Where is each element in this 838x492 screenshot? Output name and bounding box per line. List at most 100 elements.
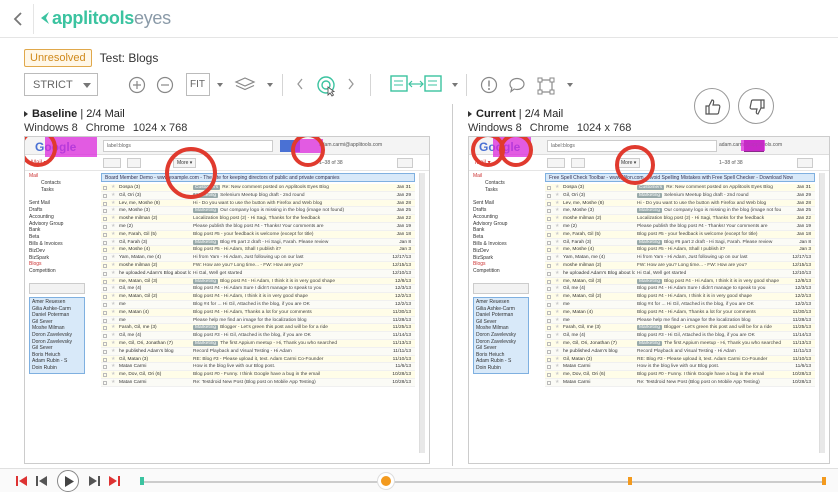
contact-item[interactable]: Boris Heiuch: [476, 352, 526, 359]
current-screenshot[interactable]: Googlelabel:blogsadam.carmi@applitools.c…: [468, 136, 830, 464]
contact-item[interactable]: Gil Sever: [32, 319, 82, 326]
step-forward-icon[interactable]: [88, 476, 100, 486]
mail-row-checkbox[interactable]: [547, 357, 551, 362]
star-icon[interactable]: ★: [555, 285, 559, 293]
mail-row[interactable]: ★ Gil, Farah (3) Marketing Blog #6 part 2 d…: [101, 238, 415, 247]
mail-row[interactable]: ★ moshe milman (2) Localization blog post …: [545, 215, 815, 223]
mail-folder[interactable]: Contacts: [473, 180, 539, 187]
mail-row[interactable]: ★ he uploaded Adam's Blog about localizat…: [545, 269, 815, 278]
star-icon[interactable]: ★: [111, 348, 115, 356]
zoom-in-icon[interactable]: [128, 76, 146, 94]
chevron-down-icon[interactable]: [567, 83, 573, 87]
mail-row[interactable]: ★ me, Dov, Gil, Ori (6) Blog post #0 - Fun…: [101, 371, 415, 379]
mail-settings-button[interactable]: [397, 158, 413, 168]
current-header[interactable]: Current | 2/4 Mail: [468, 108, 830, 120]
mail-scrollbar[interactable]: [419, 173, 425, 453]
star-icon[interactable]: ★: [555, 332, 559, 340]
mail-row[interactable]: ★ Farah, Gil, me (3) Marketing Blogger - Le…: [545, 324, 815, 333]
mail-row[interactable]: ★ Farah, Gil, me (3) Marketing Blogger - Le…: [101, 324, 415, 333]
mail-folder[interactable]: Bills & Invoices: [29, 241, 95, 248]
star-icon[interactable]: ★: [111, 262, 115, 270]
mail-row-checkbox[interactable]: [103, 263, 107, 268]
mail-row-checkbox[interactable]: [103, 349, 107, 354]
mail-folder[interactable]: Bank: [29, 227, 95, 234]
star-icon[interactable]: ★: [111, 207, 115, 215]
mail-folder[interactable]: [29, 193, 95, 200]
star-icon[interactable]: ★: [111, 278, 115, 286]
mail-row-checkbox[interactable]: [103, 193, 107, 198]
mail-row[interactable]: ★ Matan Carmi How is the blog live with ou…: [101, 363, 415, 372]
mail-row[interactable]: ★ me, Matan, Gil (2) Blog post #4 - Hi Ada…: [545, 293, 815, 301]
mail-row-checkbox[interactable]: [547, 380, 551, 385]
contact-item[interactable]: Doin Rubin: [476, 365, 526, 372]
star-icon[interactable]: ★: [555, 215, 559, 223]
mail-folder[interactable]: Blogs: [473, 261, 539, 268]
mail-refresh-button[interactable]: [571, 158, 585, 168]
mail-row-checkbox[interactable]: [103, 224, 107, 229]
mail-row-checkbox[interactable]: [103, 326, 107, 331]
mail-folder[interactable]: BizDev: [473, 248, 539, 255]
mail-row-checkbox[interactable]: [547, 318, 551, 323]
mail-row[interactable]: ★ me Please help me find an image for the …: [545, 316, 815, 325]
mail-folder[interactable]: Sent Mail: [473, 200, 539, 207]
mail-row-checkbox[interactable]: [103, 217, 107, 222]
mail-row-checkbox[interactable]: [103, 318, 107, 323]
previous-step-icon[interactable]: [296, 78, 304, 90]
mail-row-checkbox[interactable]: [547, 193, 551, 198]
mail-folder[interactable]: Accounting: [473, 214, 539, 221]
mail-row-checkbox[interactable]: [547, 186, 551, 190]
mail-folder[interactable]: Beta: [473, 234, 539, 241]
star-icon[interactable]: ★: [555, 363, 559, 371]
diff-marker[interactable]: [165, 147, 217, 199]
star-icon[interactable]: ★: [555, 356, 559, 364]
mail-row[interactable]: ★ Matan Carmi Re: Testdroid New Post (Blog…: [545, 378, 815, 387]
baseline-header[interactable]: Baseline | 2/4 Mail: [24, 108, 430, 120]
comment-icon[interactable]: [508, 76, 526, 94]
mail-row[interactable]: ★ Dospa (3) Customers Re: New comment poste…: [545, 184, 815, 192]
star-icon[interactable]: ★: [555, 246, 559, 254]
star-icon[interactable]: ★: [111, 293, 115, 301]
mail-row[interactable]: ★ moshe milman (2) FW: How are you? Long t…: [545, 261, 815, 270]
select-region-icon[interactable]: [536, 76, 556, 96]
mail-row-checkbox[interactable]: [103, 240, 107, 245]
mail-row[interactable]: ★ Dospa (3) Customers Re: New comment poste…: [101, 184, 415, 192]
mail-row-checkbox[interactable]: [103, 373, 107, 378]
mail-folder[interactable]: Drafts: [473, 207, 539, 214]
mail-folder[interactable]: Competition: [473, 268, 539, 275]
star-icon[interactable]: ★: [111, 184, 115, 192]
mail-row-checkbox[interactable]: [103, 186, 107, 190]
mail-row[interactable]: ★ Gil, me (4) Blog post #4 - Hi Adam Sure …: [101, 285, 415, 294]
star-icon[interactable]: ★: [555, 301, 559, 309]
mail-row-checkbox[interactable]: [103, 287, 107, 292]
baseline-screenshot[interactable]: Googlelabel:blogsadam.carmi@applitools.c…: [24, 136, 430, 464]
mail-select-button[interactable]: [103, 158, 121, 168]
contact-item[interactable]: Gil Sever: [32, 345, 82, 352]
star-icon[interactable]: ★: [111, 324, 115, 332]
contact-item[interactable]: Gil Sever: [476, 345, 526, 352]
contact-item[interactable]: Doron Zavelevsky: [32, 332, 82, 339]
mail-row[interactable]: ★ me, Matan, Gil (3) Marketing Blog post #4…: [545, 277, 815, 286]
step-back-icon[interactable]: [36, 476, 48, 486]
skip-start-icon[interactable]: [16, 476, 28, 486]
contact-item[interactable]: Doron Zavelevsky: [32, 339, 82, 346]
mail-row[interactable]: ★ Matan Carmi Re: Testdroid New Post (Blog…: [101, 378, 415, 387]
mail-folder[interactable]: BizSpark: [29, 255, 95, 262]
mail-row[interactable]: ★ Yam, Matan, me (4) Hi from Yam - Hi Adam…: [101, 254, 415, 262]
star-icon[interactable]: ★: [111, 239, 115, 247]
star-icon[interactable]: ★: [555, 324, 559, 332]
layers-icon[interactable]: [234, 76, 256, 94]
timeline-handle[interactable]: [377, 472, 395, 490]
mail-row[interactable]: ★ Gil, me (4) Blog post #3 - Hi Gil, Attac…: [101, 332, 415, 340]
star-icon[interactable]: ★: [555, 239, 559, 247]
mail-folder[interactable]: Bank: [473, 227, 539, 234]
mail-row[interactable]: ★ me, Dov, Gil, Ori (6) Blog post #0 - Fun…: [545, 371, 815, 379]
star-icon[interactable]: ★: [555, 278, 559, 286]
mail-row-checkbox[interactable]: [547, 326, 551, 331]
mail-row[interactable]: ★ me, Moshe (4) Blog post #5 - Hi Adam, Sh…: [101, 246, 415, 255]
mail-row[interactable]: ★ moshe milman (2) Localization blog post …: [101, 215, 415, 223]
star-icon[interactable]: ★: [111, 356, 115, 364]
mail-row[interactable]: ★ Gil, Matan (3) RE: Blog #3 - Please uplo…: [545, 355, 815, 364]
mail-row[interactable]: ★ me, Farah, Gil (5) Blog post #5 - your f…: [545, 230, 815, 239]
mail-row[interactable]: ★ he uploaded Adam's Blog about localizat…: [101, 269, 415, 278]
mail-row[interactable]: ★ me, Gil, Ori, Jonathan (7) Marketing The …: [545, 339, 815, 348]
